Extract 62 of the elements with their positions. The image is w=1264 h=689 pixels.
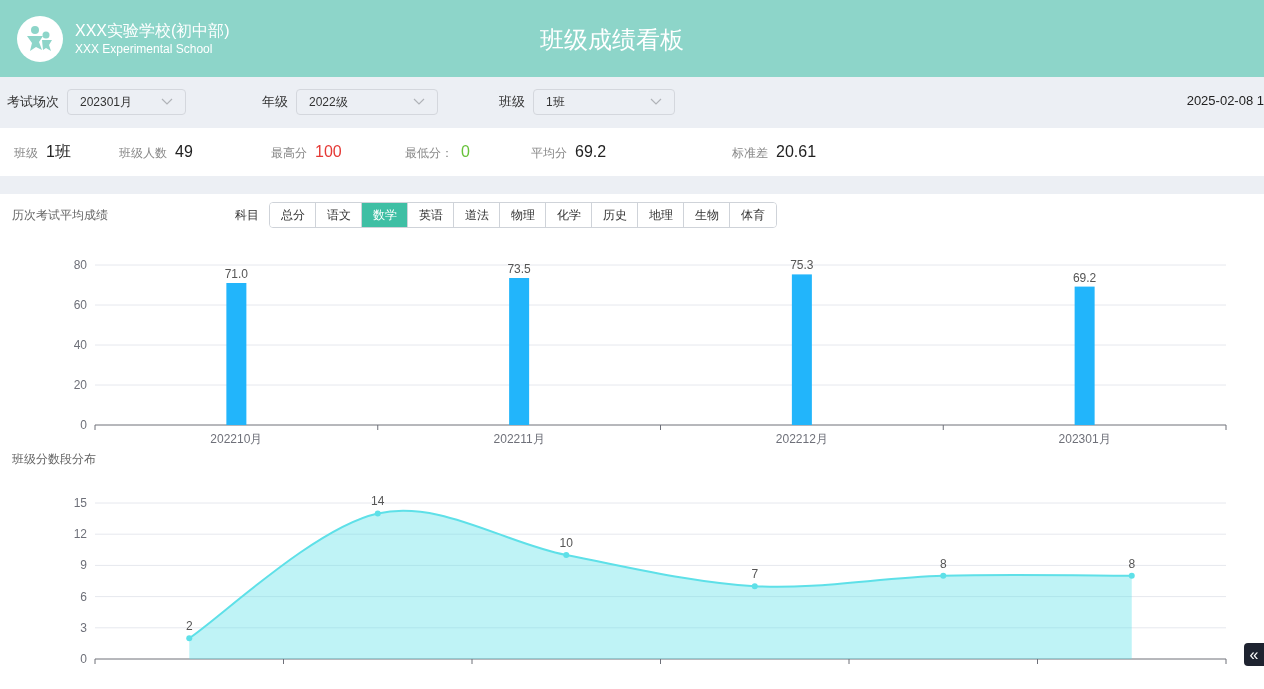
bar-value-label: 69.2 bbox=[1072, 270, 1097, 285]
stat-value: 49 bbox=[175, 142, 193, 162]
logo-icon bbox=[17, 15, 63, 62]
axis-tick-label: 15 bbox=[73, 496, 87, 510]
point-value-label: 2 bbox=[185, 619, 193, 634]
stat-label: 班级 bbox=[14, 145, 38, 162]
axis-category-label: 202211月 bbox=[493, 432, 545, 446]
stat-value: 20.61 bbox=[776, 142, 817, 162]
subject-tab[interactable]: 总分 bbox=[270, 203, 316, 227]
bar-value-label: 73.5 bbox=[507, 262, 531, 276]
axis-tick-label: 80 bbox=[73, 258, 87, 272]
point-value-label: 8 bbox=[1128, 556, 1136, 571]
dropdown-select[interactable]: 1班 bbox=[533, 89, 675, 115]
filter-label: 年级 bbox=[262, 93, 288, 112]
point-value-label: 7 bbox=[751, 567, 759, 582]
point-value-label: 10 bbox=[559, 536, 573, 550]
data-point bbox=[1128, 572, 1135, 579]
chart-title: 历次考试平均成绩 bbox=[12, 207, 109, 224]
point-value-label: 8 bbox=[939, 556, 947, 571]
page-title: 班级成绩看板 bbox=[540, 25, 684, 55]
data-point bbox=[940, 572, 947, 579]
stat-label: 最低分： bbox=[405, 145, 453, 162]
stat-label: 标准差 bbox=[732, 145, 768, 162]
dropdown-select[interactable]: 202301月 bbox=[67, 89, 186, 115]
bar-value-label: 71.0 bbox=[224, 267, 249, 281]
data-point bbox=[374, 510, 381, 517]
filter-label: 班级 bbox=[499, 93, 525, 112]
school-name-english: XXX Experimental School bbox=[75, 40, 214, 57]
data-point bbox=[186, 635, 193, 642]
axis-tick-label: 3 bbox=[80, 620, 87, 635]
stat-value: 0 bbox=[461, 142, 470, 162]
axis-tick-label: 12 bbox=[73, 527, 87, 542]
axis-tick-label: 40 bbox=[73, 338, 87, 352]
axis-tick-label: 6 bbox=[80, 589, 87, 604]
chevron-down-icon bbox=[650, 98, 662, 106]
school-name: XXX实验学校(初中部) bbox=[75, 20, 230, 41]
collapse-button[interactable]: « bbox=[1244, 643, 1264, 666]
date-time: 2025-02-08 1 bbox=[1186, 92, 1264, 110]
dropdown-select[interactable]: 2022级 bbox=[296, 89, 438, 115]
stat-label: 平均分 bbox=[531, 145, 567, 162]
axis-category-label: 202210月 bbox=[210, 432, 263, 446]
chevron-down-icon bbox=[413, 98, 425, 106]
axis-tick-label: 60 bbox=[73, 298, 87, 312]
data-point bbox=[563, 552, 570, 558]
stat-value: 1班 bbox=[46, 142, 71, 162]
axis-category-label: 202212月 bbox=[775, 432, 828, 446]
stat-value: 100 bbox=[315, 142, 342, 162]
bar-value-label: 75.3 bbox=[790, 258, 814, 273]
point-value-label: 14 bbox=[371, 494, 385, 509]
chart-title: 班级分数段分布 bbox=[12, 450, 96, 468]
axis-tick-label: 9 bbox=[80, 558, 87, 573]
stat-value: 69.2 bbox=[575, 142, 607, 162]
axis-tick-label: 20 bbox=[73, 378, 87, 392]
filter-label: 考试场次 bbox=[7, 93, 59, 112]
subject-label: 科目 bbox=[235, 207, 259, 224]
axis-tick-label: 0 bbox=[80, 418, 87, 432]
stat-label: 班级人数 bbox=[119, 145, 167, 162]
axis-tick-label: 0 bbox=[80, 652, 87, 666]
data-point bbox=[751, 583, 758, 590]
axis-category-label: 202301月 bbox=[1058, 432, 1111, 446]
chevron-down-icon bbox=[161, 98, 173, 106]
stat-label: 最高分 bbox=[271, 145, 307, 162]
